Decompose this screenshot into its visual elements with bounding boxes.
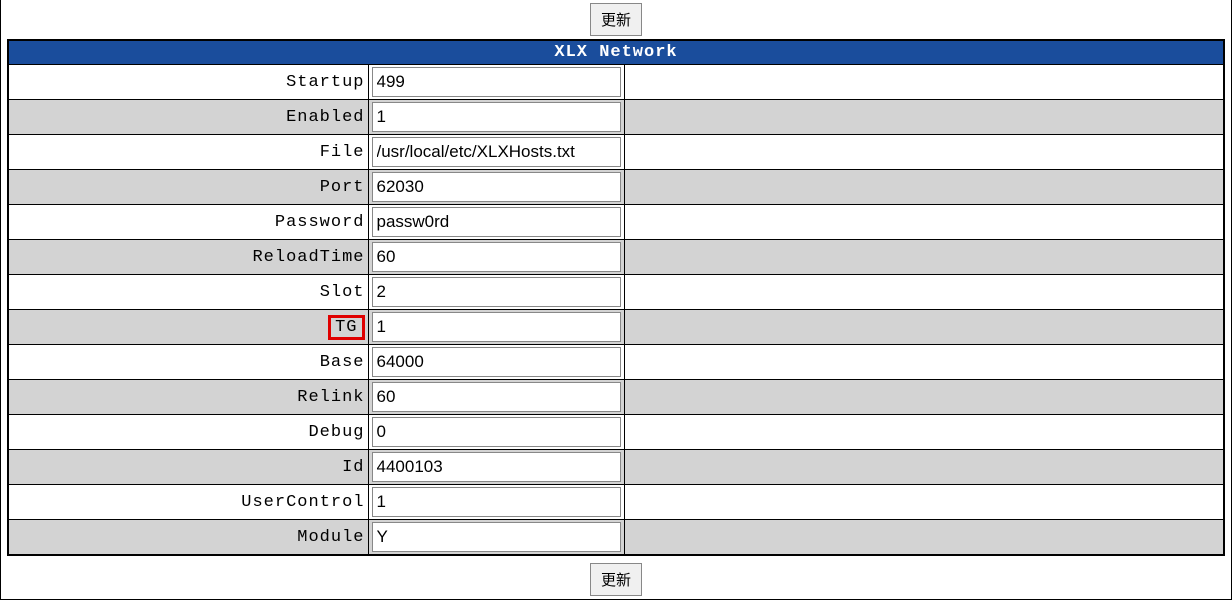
input-slot[interactable] xyxy=(372,277,621,307)
config-row-startup: Startup xyxy=(8,65,1224,100)
input-reloadtime[interactable] xyxy=(372,242,621,272)
label-text-tg: TG xyxy=(328,315,364,340)
config-row-reloadtime: ReloadTime xyxy=(8,240,1224,275)
blank-cell-slot xyxy=(624,275,1224,310)
label-password: Password xyxy=(8,205,368,240)
top-button-row: 更新 xyxy=(1,0,1231,39)
input-cell-tg xyxy=(368,310,624,345)
config-row-tg: TG xyxy=(8,310,1224,345)
blank-cell-startup xyxy=(624,65,1224,100)
input-cell-slot xyxy=(368,275,624,310)
blank-cell-relink xyxy=(624,380,1224,415)
blank-cell-password xyxy=(624,205,1224,240)
input-base[interactable] xyxy=(372,347,621,377)
input-cell-password xyxy=(368,205,624,240)
input-startup[interactable] xyxy=(372,67,621,97)
config-row-slot: Slot xyxy=(8,275,1224,310)
label-slot: Slot xyxy=(8,275,368,310)
input-cell-enabled xyxy=(368,100,624,135)
input-tg[interactable] xyxy=(372,312,621,342)
blank-cell-tg xyxy=(624,310,1224,345)
label-reloadtime: ReloadTime xyxy=(8,240,368,275)
label-enabled: Enabled xyxy=(8,100,368,135)
label-port: Port xyxy=(8,170,368,205)
label-relink: Relink xyxy=(8,380,368,415)
config-row-debug: Debug xyxy=(8,415,1224,450)
bottom-button-row: 更新 xyxy=(1,560,1231,599)
section-title: XLX Network xyxy=(8,40,1224,65)
config-row-port: Port xyxy=(8,170,1224,205)
input-password[interactable] xyxy=(372,207,621,237)
blank-cell-base xyxy=(624,345,1224,380)
section-header-row: XLX Network xyxy=(8,40,1224,65)
blank-cell-enabled xyxy=(624,100,1224,135)
config-row-usercontrol: UserControl xyxy=(8,485,1224,520)
main-container: 更新 XLX Network StartupEnabledFilePortPas… xyxy=(0,0,1232,600)
input-cell-debug xyxy=(368,415,624,450)
input-cell-id xyxy=(368,450,624,485)
input-cell-reloadtime xyxy=(368,240,624,275)
blank-cell-usercontrol xyxy=(624,485,1224,520)
label-startup: Startup xyxy=(8,65,368,100)
label-module: Module xyxy=(8,520,368,556)
blank-cell-module xyxy=(624,520,1224,556)
table-wrapper: XLX Network StartupEnabledFilePortPasswo… xyxy=(1,39,1231,560)
input-module[interactable] xyxy=(372,522,621,552)
update-button-bottom[interactable]: 更新 xyxy=(590,563,642,596)
label-usercontrol: UserControl xyxy=(8,485,368,520)
input-cell-file xyxy=(368,135,624,170)
input-cell-port xyxy=(368,170,624,205)
label-debug: Debug xyxy=(8,415,368,450)
input-file[interactable] xyxy=(372,137,621,167)
label-file: File xyxy=(8,135,368,170)
config-row-id: Id xyxy=(8,450,1224,485)
input-id[interactable] xyxy=(372,452,621,482)
blank-cell-port xyxy=(624,170,1224,205)
input-cell-module xyxy=(368,520,624,556)
input-cell-relink xyxy=(368,380,624,415)
input-cell-base xyxy=(368,345,624,380)
config-row-enabled: Enabled xyxy=(8,100,1224,135)
input-debug[interactable] xyxy=(372,417,621,447)
label-base: Base xyxy=(8,345,368,380)
blank-cell-file xyxy=(624,135,1224,170)
config-row-relink: Relink xyxy=(8,380,1224,415)
input-cell-startup xyxy=(368,65,624,100)
update-button-top[interactable]: 更新 xyxy=(590,3,642,36)
config-table: XLX Network StartupEnabledFilePortPasswo… xyxy=(7,39,1225,556)
config-row-module: Module xyxy=(8,520,1224,556)
input-cell-usercontrol xyxy=(368,485,624,520)
config-row-base: Base xyxy=(8,345,1224,380)
input-port[interactable] xyxy=(372,172,621,202)
input-relink[interactable] xyxy=(372,382,621,412)
config-row-file: File xyxy=(8,135,1224,170)
blank-cell-debug xyxy=(624,415,1224,450)
label-tg: TG xyxy=(8,310,368,345)
label-id: Id xyxy=(8,450,368,485)
input-usercontrol[interactable] xyxy=(372,487,621,517)
input-enabled[interactable] xyxy=(372,102,621,132)
blank-cell-reloadtime xyxy=(624,240,1224,275)
blank-cell-id xyxy=(624,450,1224,485)
config-row-password: Password xyxy=(8,205,1224,240)
